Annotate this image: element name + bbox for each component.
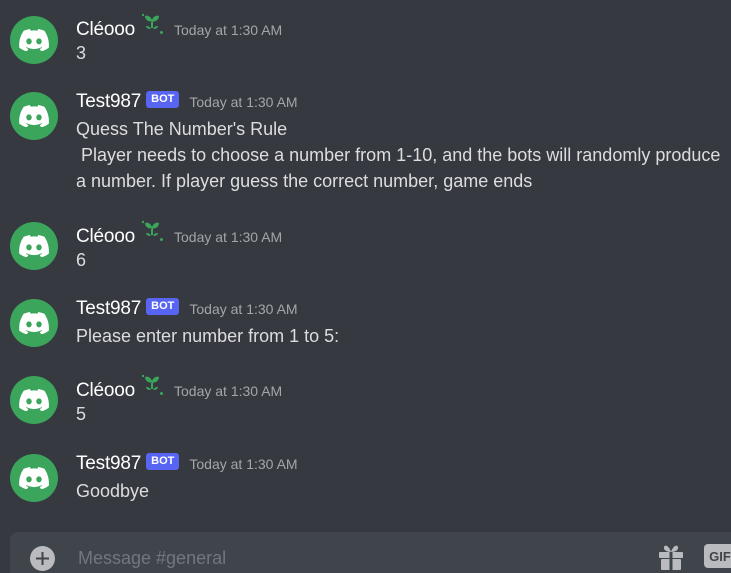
timestamp[interactable]: Today at 1:30 AM [174,383,282,399]
chat-messages: Cléooo Today at 1:30 AM 3 Test987 BOT To… [0,0,731,573]
avatar[interactable] [10,376,58,424]
discord-logo-icon [19,312,49,334]
message-content: Quess The Number's Rule Player needs to … [76,116,726,194]
timestamp[interactable]: Today at 1:30 AM [189,94,297,110]
avatar[interactable] [10,16,58,64]
username[interactable]: Test987 [76,453,141,475]
message-header: Test987 BOT Today at 1:30 AM [76,452,298,475]
message-line: Quess The Number's Rule [76,119,288,139]
username[interactable]: Cléooo [76,380,135,402]
message-line: Please enter number from 1 to 5: [76,326,340,346]
message-line: 6 [76,250,87,270]
message-input[interactable] [76,541,640,573]
bot-tag: BOT [146,452,180,470]
message-header: Test987 BOT Today at 1:30 AM [76,90,298,113]
gift-icon [659,545,683,570]
message-content: 3 [76,40,726,66]
message-line: Goodbye [76,481,150,501]
message-content: 5 [76,401,726,427]
message-composer: GIF [10,532,731,573]
avatar[interactable] [10,92,58,140]
avatar[interactable] [10,299,58,347]
gif-button[interactable]: GIF [704,544,731,568]
sprout-icon[interactable] [140,219,164,248]
plus-icon [36,552,49,565]
username[interactable]: Cléooo [76,19,135,41]
bot-tag: BOT [146,297,180,315]
avatar[interactable] [10,222,58,270]
discord-logo-icon [19,29,49,51]
gift-button[interactable] [657,543,685,571]
message-line: 3 [76,43,87,63]
message-header: Test987 BOT Today at 1:30 AM [76,297,298,320]
bot-tag: BOT [146,90,180,108]
message-content: Please enter number from 1 to 5: [76,323,726,349]
message-content: 6 [76,247,726,273]
discord-logo-icon [19,467,49,489]
discord-logo-icon [19,235,49,257]
username[interactable]: Cléooo [76,226,135,248]
message-content: Goodbye [76,478,726,504]
avatar[interactable] [10,454,58,502]
discord-logo-icon [19,389,49,411]
timestamp[interactable]: Today at 1:30 AM [174,229,282,245]
timestamp[interactable]: Today at 1:30 AM [174,22,282,38]
timestamp[interactable]: Today at 1:30 AM [189,456,297,472]
message-line: 5 [76,404,87,424]
sprout-icon[interactable] [140,12,164,41]
sprout-icon[interactable] [140,373,164,402]
message-line: Player needs to choose a number from 1-1… [76,145,726,191]
upload-button[interactable] [30,546,55,571]
discord-logo-icon [19,105,49,127]
username[interactable]: Test987 [76,298,141,320]
timestamp[interactable]: Today at 1:30 AM [189,301,297,317]
username[interactable]: Test987 [76,91,141,113]
